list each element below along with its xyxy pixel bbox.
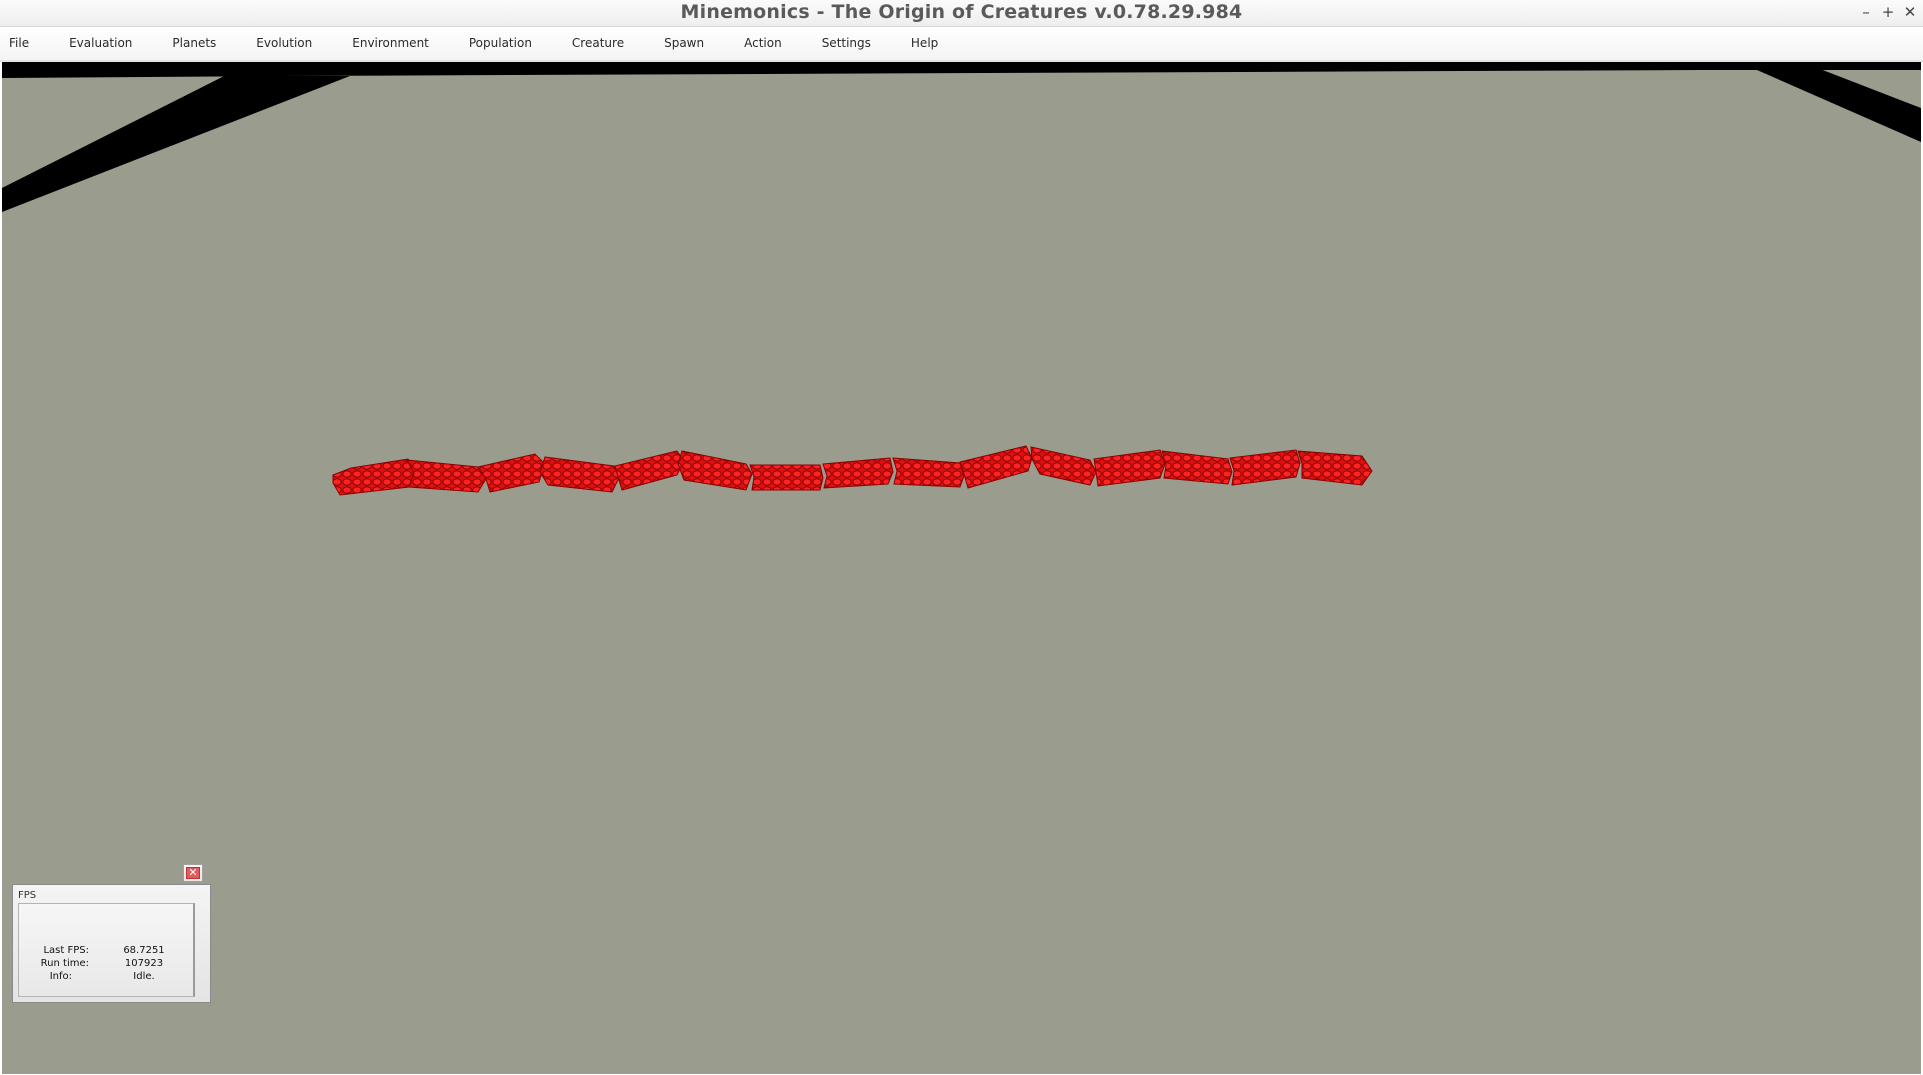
fps-row-info: Info: Idle. [19,971,196,984]
menu-action[interactable]: Action [724,27,802,60]
menu-population[interactable]: Population [449,27,552,60]
creature-segment [332,458,416,496]
creature-segment [1229,449,1301,486]
menu-bar: File Evaluation Planets Evolution Enviro… [0,27,1923,62]
menu-file[interactable]: File [0,27,49,60]
close-icon: ✕ [1903,3,1917,21]
creature-segment [539,456,621,493]
menu-evolution[interactable]: Evolution [236,27,332,60]
creature-segment [749,464,824,491]
creature-segment [677,450,753,491]
fps-panel: FPS Last FPS: 68.7251 Run time: 107923 I… [12,884,211,1003]
creature-segment [1161,450,1233,485]
menu-environment[interactable]: Environment [332,27,449,60]
maximize-button[interactable]: + [1881,2,1895,22]
fps-close-button[interactable]: ✕ [183,864,203,882]
creature-segment [1297,450,1373,486]
menu-creature[interactable]: Creature [552,27,644,60]
creature-segment [822,457,894,489]
fps-panel-title: FPS [18,890,37,901]
fps-row-run-time: Run time: 107923 [19,958,196,971]
menu-planets[interactable]: Planets [152,27,236,60]
creature-segment [1030,446,1097,486]
minimize-button[interactable]: – [1859,2,1873,22]
menu-help[interactable]: Help [891,27,958,60]
close-icon: ✕ [186,867,200,879]
fps-panel-content: Last FPS: 68.7251 Run time: 107923 Info:… [18,903,195,997]
run-time-label: Run time: [40,958,89,969]
scene-canvas [2,62,1921,496]
creature[interactable] [332,445,1373,496]
window-title: Minemonics - The Origin of Creatures v.0… [680,1,1243,23]
close-button[interactable]: ✕ [1903,2,1917,22]
creature-segment [959,445,1033,489]
creature-segment [406,459,487,493]
3d-viewport[interactable] [2,62,1921,1074]
creature-segment [892,457,965,488]
creature-segment [1093,449,1166,487]
info-value: Idle. [133,971,155,982]
info-label: Info: [49,971,72,982]
app-window: Minemonics - The Origin of Creatures v.0… [0,0,1923,1075]
fps-row-last-fps: Last FPS: 68.7251 [19,945,196,958]
creature-segment [614,450,685,491]
menu-spawn[interactable]: Spawn [644,27,724,60]
minimize-icon: – [1862,3,1870,21]
run-time-value: 107923 [124,958,164,969]
ground-edge-left [2,62,350,212]
ground-edge-top [2,62,1921,78]
creature-segment [477,453,546,493]
fps-label: Last FPS: [43,945,89,956]
ground-edge-right [1702,62,1921,142]
window-controls: – + ✕ [1859,2,1917,22]
title-bar[interactable]: Minemonics - The Origin of Creatures v.0… [0,0,1923,27]
menu-evaluation[interactable]: Evaluation [49,27,152,60]
menu-settings[interactable]: Settings [802,27,891,60]
maximize-icon: + [1881,3,1895,21]
fps-value: 68.7251 [123,945,165,956]
